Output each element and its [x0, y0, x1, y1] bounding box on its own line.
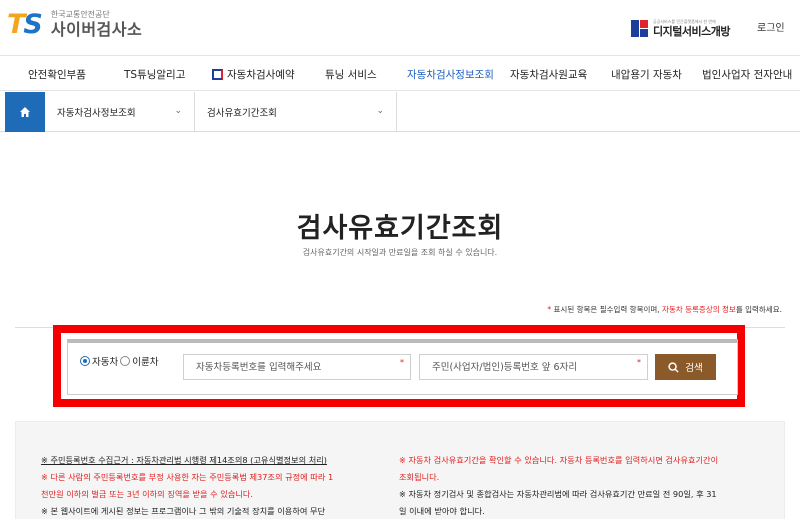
required-notice-text: 표시된 항목은 필수입력 항목이며,: [551, 305, 663, 314]
required-notice-text-end: 를 입력하세요.: [735, 305, 782, 314]
breadcrumb-level1-dropdown[interactable]: 자동차검사정보조회 ⌄: [45, 92, 195, 132]
required-notice: * 표시된 항목은 필수입력 항목이며, 자동차 등록증상의 정보를 입력하세요…: [547, 304, 782, 315]
radio-car-button[interactable]: [80, 356, 90, 366]
logo-text: 한국교통안전공단 사이버검사소: [51, 10, 142, 40]
notice-line: ※ 주민등록번호 수집근거 : 자동차관리법 시행령 제14조의8 (고유식별정…: [41, 455, 327, 465]
main-nav: 안전확인부품 TS튜닝알리고 자동차검사예약 튜닝 서비스 자동차검사정보조회 …: [0, 57, 800, 91]
nav-item-inspector-education[interactable]: 자동차검사원교육: [510, 67, 587, 82]
notice-line: ※ 다른 사람의 주민등록번호를 부정 사용한 자는 주민등록법 제37조의 규…: [41, 472, 334, 482]
notice-line: ※ 자동차 정기검사 및 종합검사는 자동차관리법에 따라 검사유효기간 만료일…: [399, 489, 717, 499]
booking-icon: [212, 69, 223, 80]
search-button-label: 검색: [685, 363, 703, 374]
notice-line: ※ 본 웹사이트에 게시된 정보는 프로그램이나 그 밖의 기술적 장치를 이용…: [41, 506, 326, 516]
notice-line: 일 이내에 받아야 합니다.: [399, 506, 485, 516]
notice-right: ※ 자동차 검사유효기간을 확인할 수 있습니다. 자동차 등록번호를 입력하시…: [399, 452, 764, 519]
required-mark: *: [637, 358, 641, 367]
site-header: TS 한국교통안전공단 사이버검사소 공공서비스를 민간플랫폼에서 한 번에 디…: [0, 0, 800, 56]
login-link[interactable]: 로그인: [757, 19, 785, 34]
org-name: 한국교통안전공단: [50, 10, 110, 19]
home-button[interactable]: [5, 92, 45, 132]
digital-service-title: 디지털서비스개방: [653, 25, 730, 38]
nav-item-tuning-service[interactable]: 튜닝 서비스: [325, 67, 377, 82]
id-number-input[interactable]: [420, 355, 647, 380]
notice-line: 천만원 이하의 벌금 또는 3년 이하의 징역을 받을 수 있습니다.: [41, 489, 254, 499]
breadcrumb-level1-label: 자동차검사정보조회: [57, 108, 136, 119]
nav-item-corporate-notice[interactable]: 법인사업자 전자안내: [702, 67, 792, 82]
required-mark: *: [400, 358, 404, 367]
ts-logo-mark: TS: [7, 9, 43, 40]
nav-item-inspection-info[interactable]: 자동차검사정보조회: [407, 67, 494, 82]
nav-item-pressure-vessel[interactable]: 내압용기 자동차: [611, 67, 682, 82]
search-button[interactable]: 검색: [655, 354, 716, 380]
radio-car[interactable]: 자동차: [80, 354, 118, 368]
page-title: 검사유효기간조회: [296, 213, 504, 244]
id-number-field: *: [419, 354, 648, 380]
breadcrumb-level2-dropdown[interactable]: 검사유효기간조회 ⌄: [195, 92, 397, 132]
breadcrumb-level2-label: 검사유효기간조회: [207, 108, 277, 119]
radio-bike-button[interactable]: [120, 356, 131, 366]
nav-item-inspection-booking-label: 자동차검사예약: [227, 69, 295, 81]
car-number-field: *: [183, 354, 411, 380]
radio-bike-label: 이륜차: [132, 357, 159, 368]
chevron-down-icon: ⌄: [376, 106, 384, 116]
nav-item-inspection-booking[interactable]: 자동차검사예약: [212, 67, 295, 82]
home-icon: [20, 107, 30, 117]
site-logo[interactable]: TS 한국교통안전공단 사이버검사소: [7, 10, 142, 40]
search-icon: [668, 361, 679, 373]
vehicle-type-radio-group: 자동차 이륜차: [80, 354, 158, 368]
nav-item-safety-parts[interactable]: 안전확인부품: [28, 67, 86, 82]
notice-left: ※ 주민등록번호 수집근거 : 자동차관리법 시행령 제14조의8 (고유식별정…: [41, 452, 371, 519]
breadcrumb: 자동차검사정보조회 ⌄ 검사유효기간조회 ⌄: [0, 92, 800, 132]
notice-line: 조회됩니다.: [399, 472, 440, 482]
car-number-input[interactable]: [184, 355, 410, 380]
chevron-down-icon: ⌄: [174, 106, 182, 116]
digital-service-icon: [631, 20, 648, 37]
required-notice-highlight: 자동차 등록증상의 정보: [662, 305, 736, 314]
radio-car-label: 자동차: [92, 357, 119, 368]
page-subtitle: 검사유효기간의 시작일과 만료일을 조회 하실 수 있습니다.: [302, 248, 498, 257]
notice-box: ※ 주민등록번호 수집근거 : 자동차관리법 시행령 제14조의8 (고유식별정…: [15, 421, 785, 519]
site-name: 사이버검사소: [50, 20, 143, 39]
radio-bike[interactable]: 이륜차: [120, 354, 158, 368]
digital-service-logo[interactable]: 공공서비스를 민간플랫폼에서 한 번에 디지털서비스개방: [631, 19, 730, 38]
notice-line: ※ 자동차 검사유효기간을 확인할 수 있습니다. 자동차 등록번호를 입력하시…: [399, 455, 719, 465]
digital-service-text: 공공서비스를 민간플랫폼에서 한 번에 디지털서비스개방: [653, 19, 730, 38]
nav-item-ts-tuning[interactable]: TS튜닝알리고: [124, 67, 185, 82]
